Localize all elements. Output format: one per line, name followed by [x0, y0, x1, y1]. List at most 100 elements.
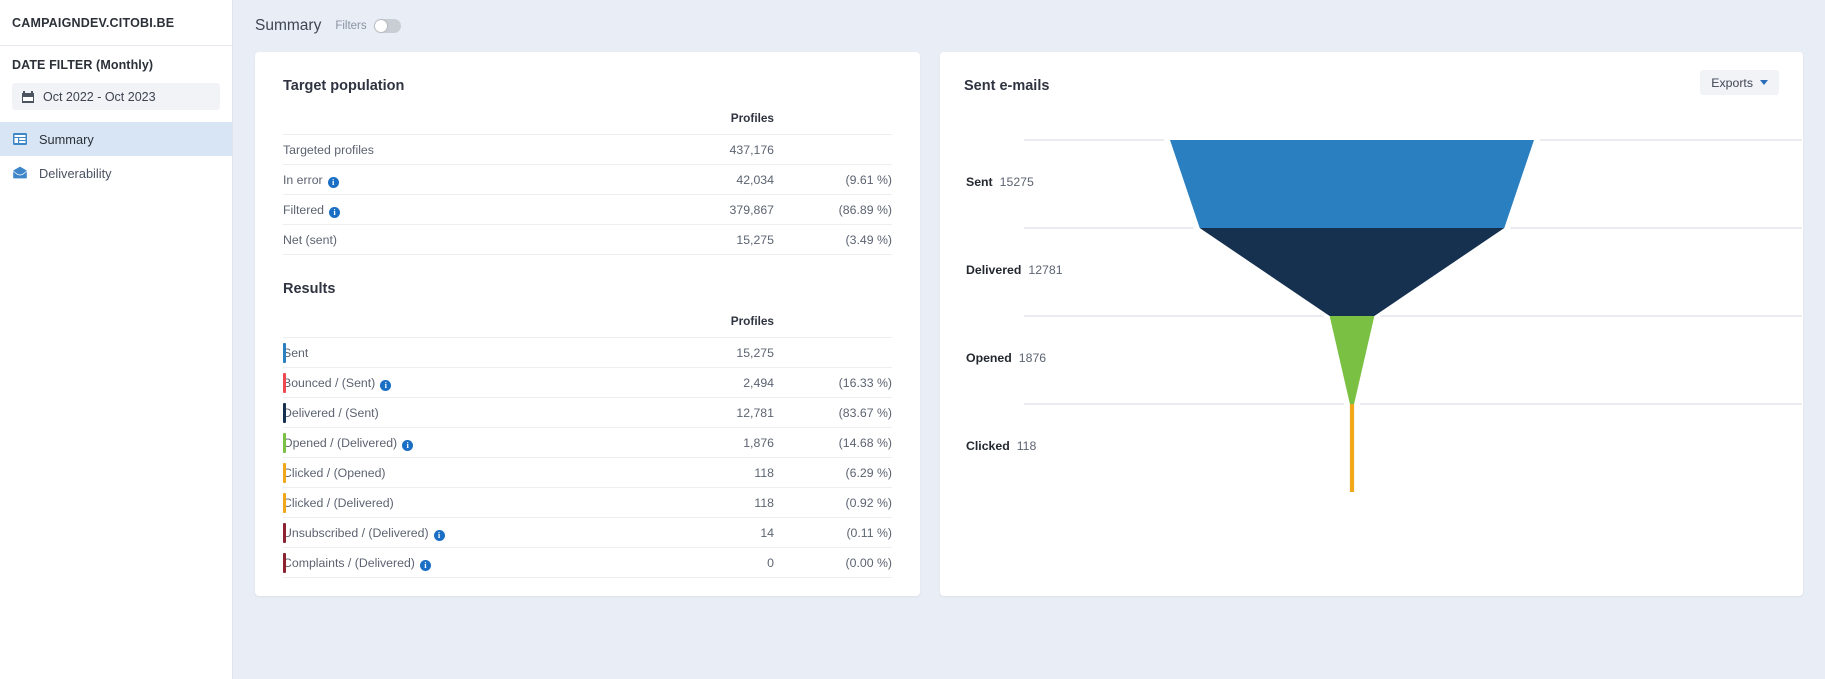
- col-percent: [774, 309, 892, 338]
- row-label: Sent: [283, 345, 309, 360]
- row-percent: (0.00 %): [774, 547, 892, 578]
- results-table: Profiles Sent 15,275 Bounced / (Sent) i 2,49…: [283, 309, 892, 578]
- table-row: Opened / (Delivered) i 1,876 (14.68 %): [283, 427, 892, 458]
- col-label: [283, 309, 652, 338]
- exports-label: Exports: [1711, 75, 1753, 90]
- table-row: Delivered / (Sent) 12,781 (83.67 %): [283, 397, 892, 428]
- filters-control: Filters: [335, 19, 401, 33]
- row-label-cell: Filtered i: [283, 194, 652, 225]
- table-row: Bounced / (Sent) i 2,494 (16.33 %): [283, 367, 892, 398]
- funnel-label-name: Opened: [966, 351, 1012, 365]
- funnel-segment[interactable]: [1199, 228, 1505, 316]
- brand-title: CAMPAIGNDEV.CITOBI.BE: [0, 0, 232, 46]
- table-row: Net (sent) 15,275 (3.49 %): [283, 224, 892, 255]
- col-profiles: Profiles: [730, 314, 774, 328]
- row-label: Complaints / (Delivered): [283, 555, 415, 570]
- row-color-bar: [283, 403, 286, 423]
- funnel-segment[interactable]: [1329, 316, 1375, 404]
- toggle-knob: [374, 20, 387, 32]
- row-value: 15,275: [652, 337, 774, 368]
- row-label-cell: Sent: [283, 337, 652, 368]
- sent-emails-card: Sent e-mails Exports Sent 15275 Delivered 1…: [940, 52, 1803, 596]
- main-content: Summary Filters Target population Profil…: [233, 0, 1825, 679]
- envelope-icon: [13, 166, 27, 179]
- row-value: 12,781: [652, 397, 774, 428]
- sidebar-item-deliverability[interactable]: Deliverability: [0, 156, 232, 190]
- funnel-label-value: 15275: [999, 175, 1034, 189]
- summary-table-icon: [13, 133, 27, 145]
- sidebar: CAMPAIGNDEV.CITOBI.BE DATE FILTER (Month…: [0, 0, 233, 679]
- row-label-cell: Net (sent): [283, 224, 652, 255]
- app-root: CAMPAIGNDEV.CITOBI.BE DATE FILTER (Month…: [0, 0, 1825, 679]
- table-row: Clicked / (Opened) 118 (6.29 %): [283, 457, 892, 488]
- row-value: 1,876: [652, 427, 774, 458]
- funnel-label-value: 118: [1016, 439, 1037, 453]
- results-title: Results: [283, 281, 336, 297]
- row-label: Clicked / (Delivered): [283, 495, 394, 510]
- funnel-segment[interactable]: [1170, 140, 1534, 228]
- row-label-cell: Complaints / (Delivered) i: [283, 547, 652, 578]
- row-label: Filtered: [283, 202, 325, 217]
- row-value: 379,867: [652, 194, 774, 225]
- funnel-label: Delivered 12781: [966, 263, 1063, 277]
- row-label-cell: Clicked / (Opened): [283, 457, 652, 488]
- funnel-svg: [1024, 139, 1802, 492]
- target-population-title: Target population: [283, 78, 405, 94]
- funnel-label-value: 1876: [1018, 351, 1047, 365]
- row-percent: (0.92 %): [774, 487, 892, 518]
- row-label: In error: [283, 172, 323, 187]
- row-label: Bounced / (Sent): [283, 375, 376, 390]
- row-label-cell: Delivered / (Sent): [283, 397, 652, 428]
- row-label-cell: Bounced / (Sent) i: [283, 367, 652, 398]
- col-percent: [774, 106, 892, 135]
- row-percent: (0.11 %): [774, 517, 892, 548]
- info-icon[interactable]: i: [329, 206, 341, 218]
- row-label: Opened / (Delivered): [283, 435, 398, 450]
- funnel-segment[interactable]: [1349, 404, 1355, 492]
- row-value: 2,494: [652, 367, 774, 398]
- table-row: Sent 15,275: [283, 337, 892, 368]
- page-title: Summary: [255, 17, 322, 34]
- table-row: Clicked / (Delivered) 118 (0.92 %): [283, 487, 892, 518]
- row-percent: (83.67 %): [774, 397, 892, 428]
- exports-button[interactable]: Exports: [1700, 70, 1779, 95]
- funnel-label: Clicked 118: [966, 439, 1036, 453]
- row-label: Clicked / (Opened): [283, 465, 386, 480]
- table-header-row: Profiles: [283, 309, 892, 338]
- col-profiles: Profiles: [730, 111, 774, 125]
- target-population-card: Target population Profiles Targeted prof…: [255, 52, 920, 596]
- row-label-cell: Opened / (Delivered) i: [283, 427, 652, 458]
- row-value: 0: [652, 547, 774, 578]
- sent-emails-title: Sent e-mails: [964, 78, 1050, 94]
- funnel-label: Sent 15275: [966, 175, 1034, 189]
- funnel-chart: Sent 15275 Delivered 12781 Opened 1876 Clicked…: [964, 128, 1802, 528]
- row-percent: (9.61 %): [774, 164, 892, 195]
- chevron-down-icon: [1760, 80, 1768, 85]
- row-percent: (16.33 %): [774, 367, 892, 398]
- col-label: [283, 106, 652, 135]
- info-icon[interactable]: i: [419, 559, 431, 571]
- row-label: Delivered / (Sent): [283, 405, 379, 420]
- filters-toggle[interactable]: [373, 19, 401, 33]
- target-population-table: Profiles Targeted profiles 437,176 In erro…: [283, 106, 892, 255]
- funnel-label-value: 12781: [1028, 263, 1063, 277]
- table-row: In error i 42,034 (9.61 %): [283, 164, 892, 195]
- sidebar-item-summary[interactable]: Summary: [0, 122, 232, 156]
- row-percent: (86.89 %): [774, 194, 892, 225]
- date-range-picker[interactable]: Oct 2022 - Oct 2023: [12, 83, 220, 110]
- filters-label: Filters: [335, 20, 367, 32]
- info-icon[interactable]: i: [402, 439, 414, 451]
- row-label: Unsubscribed / (Delivered): [283, 525, 429, 540]
- row-label-cell: Targeted profiles: [283, 134, 652, 165]
- info-icon[interactable]: i: [433, 529, 445, 541]
- cards-row: Target population Profiles Targeted prof…: [255, 52, 1803, 596]
- info-icon[interactable]: i: [380, 379, 392, 391]
- info-icon[interactable]: i: [327, 176, 339, 188]
- row-color-bar: [283, 433, 286, 453]
- date-filter-block: DATE FILTER (Monthly) Oct 2022 - Oct 202…: [0, 46, 232, 116]
- row-label: Net (sent): [283, 232, 337, 247]
- row-color-bar: [283, 343, 286, 363]
- row-percent: (14.68 %): [774, 427, 892, 458]
- row-value: 15,275: [652, 224, 774, 255]
- row-label-cell: Clicked / (Delivered): [283, 487, 652, 518]
